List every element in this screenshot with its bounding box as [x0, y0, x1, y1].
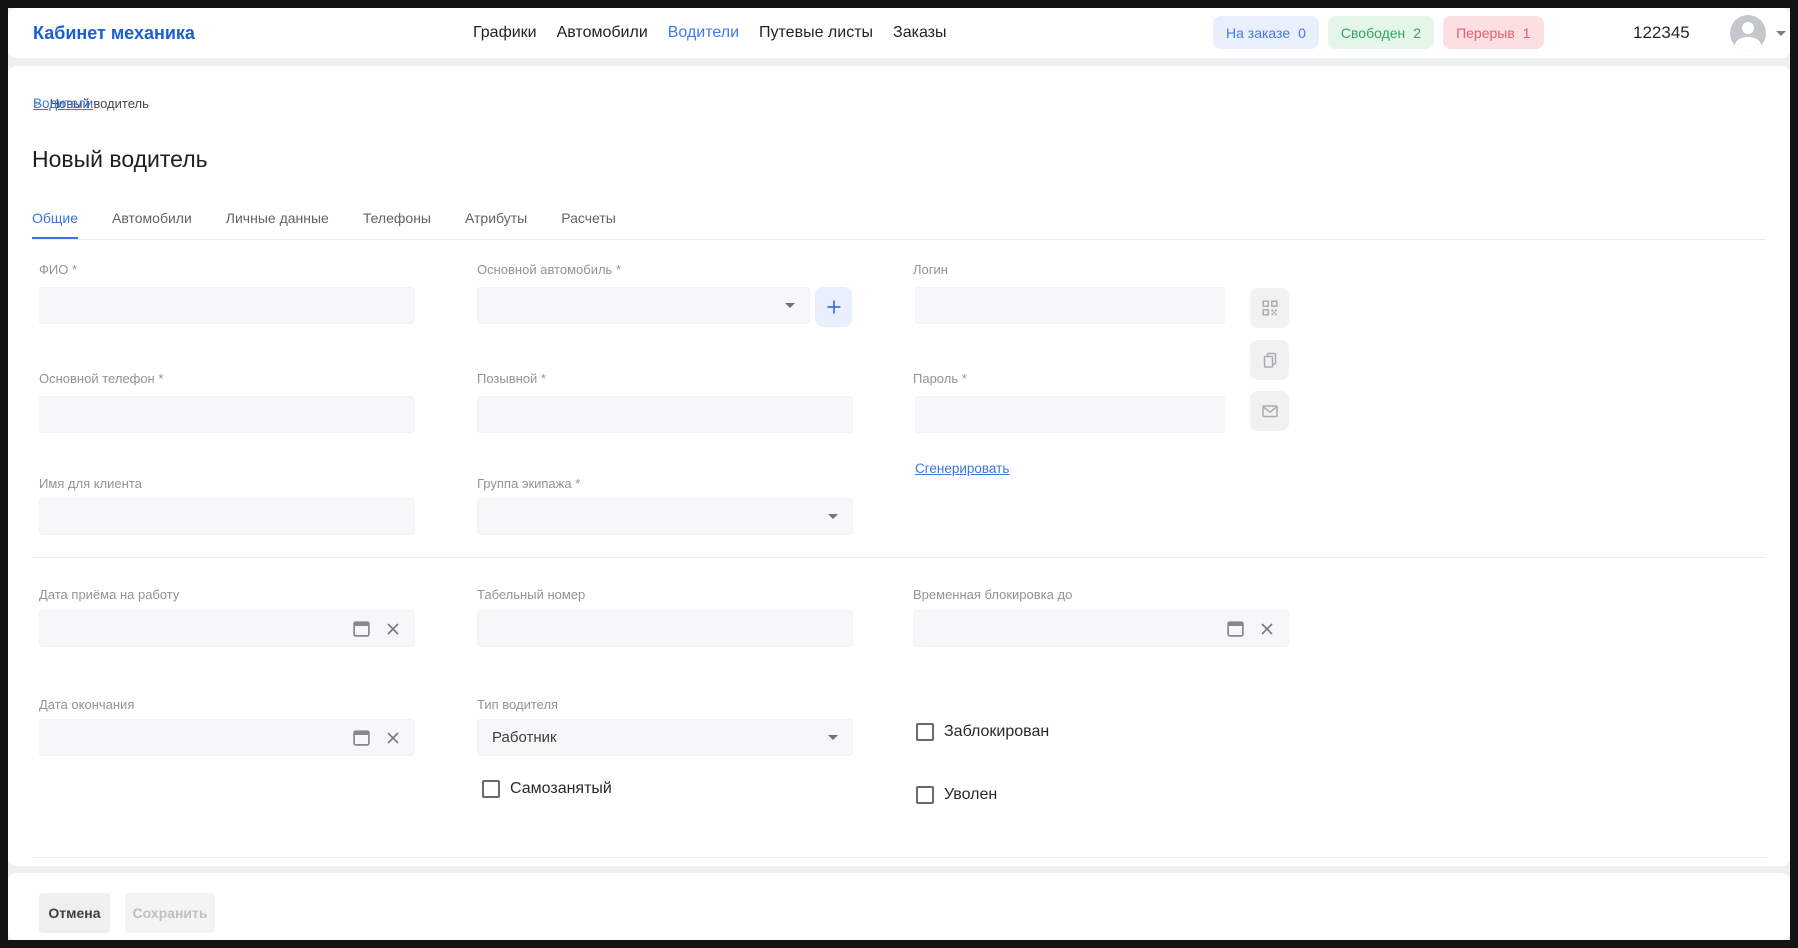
badge-on-order-count: 0: [1298, 25, 1306, 41]
caret-down-icon: [828, 514, 838, 519]
password-label: Пароль *: [913, 371, 967, 386]
badge-free-label: Свободен: [1341, 25, 1405, 41]
tabs-divider: [32, 239, 1766, 240]
qr-code-icon: [1261, 299, 1279, 317]
tab-bar: Общие Автомобили Личные данные Телефоны …: [32, 210, 616, 240]
hire-date-input[interactable]: [39, 610, 415, 647]
calendar-icon[interactable]: [1226, 619, 1245, 638]
page-background: Кабинет механика Графики Автомобили Води…: [8, 8, 1790, 940]
tab-number-label: Табельный номер: [477, 587, 585, 602]
caret-down-icon: [785, 303, 795, 308]
driver-type-select[interactable]: Работник: [477, 719, 853, 756]
driver-status-badges: На заказе 0 Свободен 2 Перерыв 1: [1213, 16, 1544, 49]
nav-item-drivers[interactable]: Водители: [668, 24, 739, 42]
user-id: 122345: [1633, 8, 1690, 58]
copy-button[interactable]: [1250, 340, 1289, 380]
badge-break-label: Перерыв: [1456, 25, 1515, 41]
tab-number-input[interactable]: [477, 610, 853, 647]
login-label: Логин: [913, 262, 948, 277]
tab-calculations[interactable]: Расчеты: [561, 210, 616, 240]
end-date-label: Дата окончания: [39, 697, 134, 712]
badge-free[interactable]: Свободен 2: [1328, 16, 1434, 49]
bottom-divider: [32, 857, 1766, 858]
email-button[interactable]: [1250, 391, 1289, 431]
end-date-input[interactable]: [39, 719, 415, 756]
qr-code-button[interactable]: [1250, 288, 1289, 328]
self-employed-checkbox-label: Самозанятый: [510, 780, 612, 798]
block-until-label: Временная блокировка до: [913, 587, 1072, 602]
checkbox-icon: [916, 786, 934, 804]
cancel-button[interactable]: Отмена: [39, 893, 110, 933]
nav-item-orders[interactable]: Заказы: [893, 24, 946, 42]
crew-group-label: Группа экипажа *: [477, 476, 580, 491]
action-bar: Отмена Сохранить: [8, 873, 1790, 940]
avatar-icon: [1730, 15, 1766, 51]
phone-input[interactable]: [39, 396, 415, 433]
fired-checkbox[interactable]: Уволен: [916, 786, 997, 804]
user-menu-button[interactable]: [1730, 15, 1786, 51]
block-until-input[interactable]: [913, 610, 1289, 647]
client-name-input[interactable]: [39, 498, 415, 535]
fired-checkbox-label: Уволен: [944, 786, 997, 804]
client-name-label: Имя для клиента: [39, 476, 142, 491]
chevron-down-icon: [1776, 31, 1786, 36]
login-input[interactable]: [915, 287, 1225, 324]
badge-break-count: 1: [1523, 25, 1531, 41]
hire-date-label: Дата приёма на работу: [39, 587, 179, 602]
page-title: Новый водитель: [32, 146, 208, 173]
calendar-icon[interactable]: [352, 728, 371, 747]
badge-break[interactable]: Перерыв 1: [1443, 16, 1544, 49]
password-input[interactable]: [915, 396, 1225, 433]
clear-icon[interactable]: [385, 730, 401, 746]
main-car-select[interactable]: [477, 287, 810, 324]
driver-type-label: Тип водителя: [477, 697, 558, 712]
envelope-icon: [1261, 402, 1279, 420]
badge-free-count: 2: [1413, 25, 1421, 41]
add-car-button[interactable]: [815, 287, 852, 327]
screenshot-frame: Кабинет механика Графики Автомобили Води…: [0, 0, 1798, 948]
fio-label: ФИО *: [39, 262, 77, 277]
app-header: Кабинет механика Графики Автомобили Води…: [8, 8, 1790, 58]
blocked-checkbox-label: Заблокирован: [944, 723, 1049, 741]
tab-attributes[interactable]: Атрибуты: [465, 210, 527, 240]
calendar-icon[interactable]: [352, 619, 371, 638]
tab-phones[interactable]: Телефоны: [363, 210, 431, 240]
checkbox-icon: [482, 780, 500, 798]
nav-item-waybills[interactable]: Путевые листы: [759, 24, 873, 42]
clear-icon[interactable]: [385, 621, 401, 637]
crew-group-select[interactable]: [477, 498, 853, 535]
main-car-label: Основной автомобиль *: [477, 262, 621, 277]
plus-icon: [825, 298, 843, 316]
new-driver-card: Водители > Новый водитель Новый водитель…: [8, 66, 1790, 866]
callsign-label: Позывной *: [477, 371, 546, 386]
driver-type-value: Работник: [492, 729, 828, 746]
breadcrumb-drivers[interactable]: Водители: [33, 96, 93, 111]
section-divider: [32, 557, 1766, 558]
main-nav: Графики Автомобили Водители Путевые лист…: [473, 8, 947, 58]
tab-cars[interactable]: Автомобили: [112, 210, 192, 240]
self-employed-checkbox[interactable]: Самозанятый: [482, 780, 612, 798]
badge-on-order-label: На заказе: [1226, 25, 1290, 41]
nav-item-cars[interactable]: Автомобили: [557, 24, 648, 42]
checkbox-icon: [916, 723, 934, 741]
save-button[interactable]: Сохранить: [125, 893, 215, 933]
breadcrumb: Водители > Новый водитель: [33, 96, 149, 111]
generate-password-link[interactable]: Сгенерировать: [915, 461, 1009, 476]
caret-down-icon: [828, 735, 838, 740]
nav-item-graphics[interactable]: Графики: [473, 24, 537, 42]
fio-input[interactable]: [39, 287, 415, 324]
phone-label: Основной телефон *: [39, 371, 163, 386]
tab-personal-data[interactable]: Личные данные: [226, 210, 329, 240]
callsign-input[interactable]: [477, 396, 853, 433]
app-logo[interactable]: Кабинет механика: [33, 8, 195, 58]
badge-on-order[interactable]: На заказе 0: [1213, 16, 1319, 49]
copy-icon: [1261, 351, 1279, 369]
tab-general[interactable]: Общие: [32, 210, 78, 240]
blocked-checkbox[interactable]: Заблокирован: [916, 723, 1049, 741]
clear-icon[interactable]: [1259, 621, 1275, 637]
